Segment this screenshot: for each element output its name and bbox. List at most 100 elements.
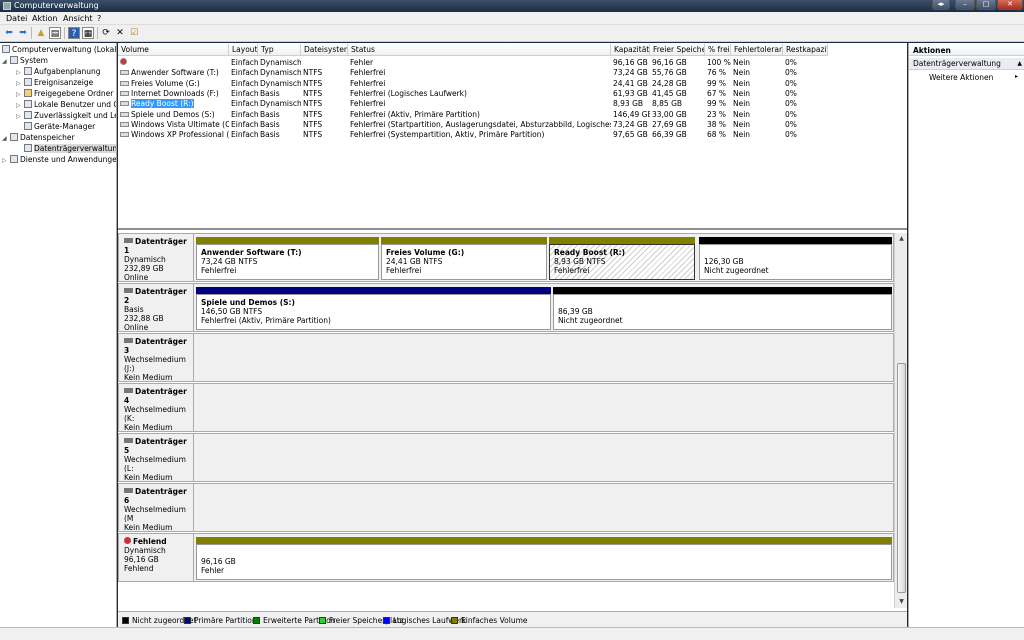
disk-icon (124, 238, 133, 243)
delete-icon[interactable]: ✕ (114, 27, 126, 39)
column-header-0[interactable]: Volume (118, 44, 229, 56)
volume-icon (120, 80, 129, 86)
expand-icon[interactable]: ▷ (16, 79, 24, 89)
menu-ansicht[interactable]: Ansicht (63, 14, 93, 23)
tree-node-freigegebene-ordner[interactable]: ▷ Freigegebene Ordner (16, 89, 113, 99)
properties-icon[interactable]: ▦ (82, 27, 94, 39)
disk-header[interactable]: Datenträger 6 Wechselmedium (M Kein Medium (118, 483, 194, 532)
expand-icon[interactable]: ▷ (16, 90, 24, 100)
column-header-2[interactable]: Typ (258, 44, 301, 56)
scrollbar-thumb[interactable] (897, 363, 906, 593)
disk-management-icon (24, 144, 32, 152)
menu-datei[interactable]: Datei (6, 14, 27, 23)
volume-row[interactable]: Einfach Dynamisch Fehler 96,16 GB 96,16 GB 10… (118, 58, 907, 68)
column-header-4[interactable]: Status (348, 44, 611, 56)
partition-name: Ready Boost (R:) (554, 248, 626, 257)
scroll-up-arrow-icon[interactable]: ▲ (895, 233, 907, 245)
volume-icon (120, 132, 129, 138)
partition[interactable]: Spiele und Demos (S:) 146,50 GB NTFS Fehle… (196, 287, 551, 330)
tree-node-root[interactable]: Computerverwaltung (Lokal) (2, 45, 116, 55)
expand-icon[interactable]: ▷ (16, 101, 24, 111)
expand-icon[interactable]: ▷ (16, 68, 24, 78)
help-icon[interactable]: ? (68, 27, 80, 39)
disk-info-line: Wechselmedium (J:) (124, 355, 186, 373)
disk-header[interactable]: Datenträger 3 Wechselmedium (J:) Kein Medi… (118, 333, 194, 382)
partition[interactable]: 126,30 GB Nicht zugeordnet (699, 237, 892, 280)
input-indicator-button[interactable]: ◂▸ (932, 0, 950, 10)
disk-header[interactable]: Datenträger 1 Dynamisch 232,89 GB Online (118, 233, 194, 282)
tree-node-aufgabenplanung[interactable]: ▷ Aufgabenplanung (16, 67, 100, 77)
column-header-6[interactable]: Freier Speicher (650, 44, 705, 56)
volume-cell-capacity: 96,16 GB (613, 58, 648, 67)
partition[interactable]: 96,16 GB Fehler (196, 537, 892, 580)
volume-cell-overhead: 0% (785, 119, 797, 129)
tree-node-dienste[interactable]: ▷ Dienste und Anwendungen (2, 155, 116, 166)
tree-node-ereignisanzeige[interactable]: ▷ Ereignisanzeige (16, 78, 93, 88)
volume-row[interactable]: Ready Boost (R:) Einfach Dynamisch NTFS Fehl… (118, 99, 907, 109)
partition[interactable]: Freies Volume (G:) 24,41 GB NTFS Fehlerfre… (381, 237, 547, 280)
close-button[interactable]: ✕ (997, 0, 1023, 10)
checklist-icon[interactable]: ☑ (128, 27, 140, 39)
scroll-down-arrow-icon[interactable]: ▼ (895, 596, 907, 608)
column-header-5[interactable]: Kapazität (611, 44, 650, 56)
column-header-7[interactable]: % frei (705, 44, 731, 56)
disk-map-scrollbar[interactable]: ▲ ▼ (894, 233, 907, 608)
tools-icon (10, 56, 18, 64)
partition[interactable]: Anwender Software (T:) 73,24 GB NTFS Fehle… (196, 237, 379, 280)
volume-cell-capacity: 24,41 GB (613, 78, 648, 88)
tree-node-zuverlaessigkeit[interactable]: ▷ Zuverlässigkeit und Leis (16, 111, 116, 122)
disk-header[interactable]: Datenträger 4 Wechselmedium (K: Kein Mediu… (118, 383, 194, 432)
volume-row[interactable]: Anwender Software (T:) Einfach Dynamisch NT… (118, 68, 907, 78)
volume-row[interactable]: Freies Volume (G:) Einfach Dynamisch NTFS Fe… (118, 79, 907, 89)
tree-node-datenspeicher[interactable]: ◢ Datenspeicher (2, 133, 75, 143)
volume-icon (120, 90, 129, 96)
tree-node-geraete-manager[interactable]: Geräte-Manager (16, 122, 95, 132)
collapse-icon[interactable]: ◢ (2, 134, 10, 144)
volume-row[interactable]: Internet Downloads (F:) Einfach Basis NTFS F… (118, 89, 907, 99)
tree-node-system[interactable]: ◢ System (2, 56, 48, 66)
forward-arrow-icon[interactable]: ➡ (17, 27, 29, 39)
disk-info-line: Basis (124, 305, 144, 314)
event-viewer-icon (24, 78, 32, 86)
menu-aktion[interactable]: Aktion (32, 14, 57, 23)
device-manager-icon (24, 122, 32, 130)
column-header-9[interactable]: Restkapazität (783, 44, 828, 56)
tree-node-lokale-benutzer[interactable]: ▷ Lokale Benutzer und Gr (16, 100, 116, 111)
action-weitere-aktionen[interactable]: Weitere Aktionen (929, 73, 993, 82)
up-folder-icon[interactable]: ▲ (35, 27, 47, 39)
disk-info-line: Dynamisch (124, 546, 166, 555)
disk-header[interactable]: Datenträger 2 Basis 232,88 GB Online (118, 283, 194, 332)
expand-icon[interactable]: ▷ (2, 156, 10, 166)
column-header-1[interactable]: Layout (229, 44, 258, 56)
actions-section-datentraegerverwaltung[interactable]: Datenträgerverwaltung ▲ (909, 58, 1024, 70)
disk-header[interactable]: Fehlend Dynamisch 96,16 GB Fehlend (118, 533, 194, 582)
volume-cell-type: Dynamisch (260, 68, 301, 78)
volume-row[interactable]: Spiele und Demos (S:) Einfach Basis NTFS Feh… (118, 110, 907, 120)
disk-name: Datenträger 1 (124, 237, 193, 255)
volume-icon (120, 70, 129, 76)
volume-cell-pct: 100 % (707, 58, 731, 67)
disk-management-pane: Volume Layout Typ Dateisystem Status Kapazitä… (118, 43, 907, 627)
collapse-icon[interactable]: ◢ (2, 57, 10, 67)
volume-row[interactable]: Windows Vista Ultimate (C:) Einfach Basis N… (118, 120, 907, 130)
expand-icon[interactable]: ▷ (16, 112, 24, 122)
volume-row[interactable]: Windows XP Professional (O:)EinfachBasis… (118, 130, 907, 140)
status-bar (0, 627, 1024, 640)
collapse-up-icon[interactable]: ▲ (1017, 58, 1022, 70)
partition[interactable]: 86,39 GB Nicht zugeordnet (553, 287, 892, 330)
disk-header[interactable]: Datenträger 5 Wechselmedium (L: Kein Mediu… (118, 433, 194, 482)
disk-info-line (124, 514, 193, 523)
menu-help[interactable]: ? (97, 14, 101, 23)
console-tree-icon[interactable]: ▤ (49, 27, 61, 39)
column-header-3[interactable]: Dateisystem (301, 44, 348, 56)
partition[interactable]: Ready Boost (R:) 8,93 GB NTFS Fehlerfrei (549, 237, 695, 280)
volume-cell-free: 41,45 GB (652, 88, 687, 98)
tree-node-datentraegerverwaltung[interactable]: Datenträgerverwaltung (16, 144, 116, 154)
partition-size: 8,93 GB NTFS (554, 257, 606, 266)
back-arrow-icon[interactable]: ⬅ (3, 27, 15, 39)
column-header-8[interactable]: Fehlertoleranz (731, 44, 783, 56)
refresh-icon[interactable]: ⟳ (100, 27, 112, 39)
legend-item: Primäre Partition (184, 616, 257, 625)
maximize-button[interactable]: □ (976, 0, 996, 10)
minimize-button[interactable]: – (955, 0, 975, 10)
